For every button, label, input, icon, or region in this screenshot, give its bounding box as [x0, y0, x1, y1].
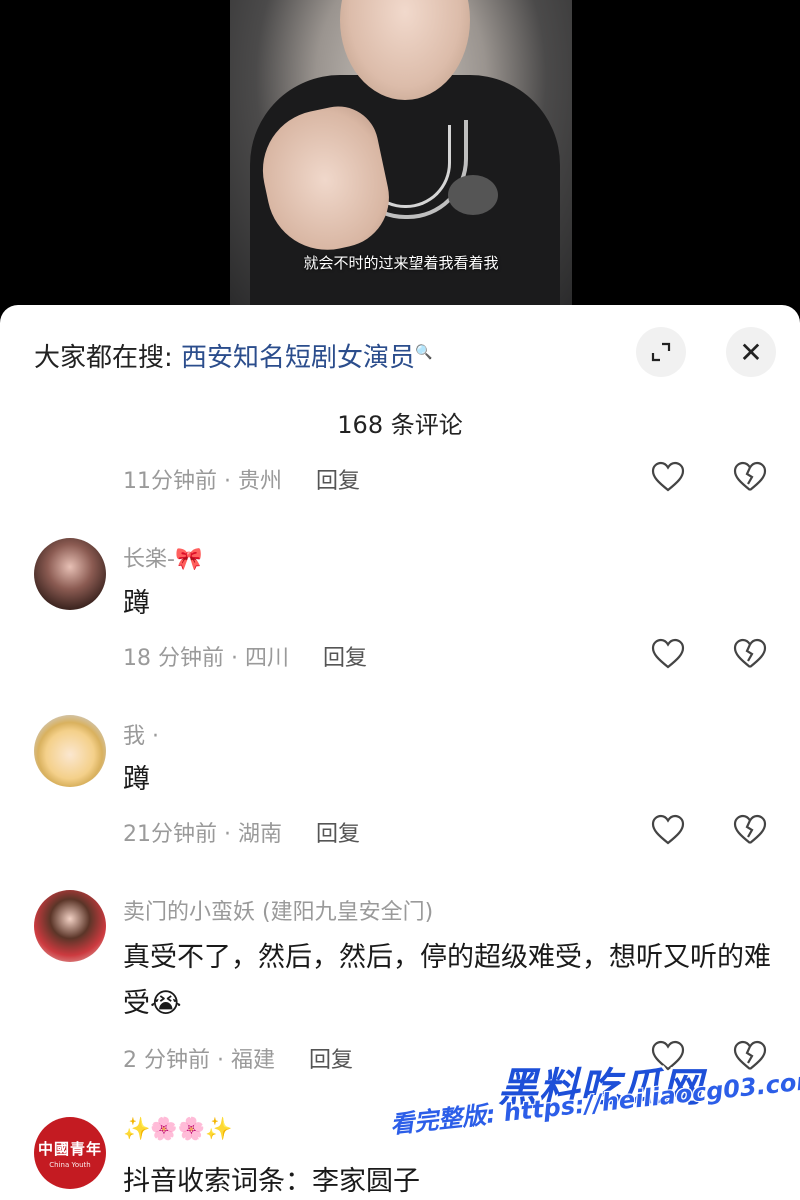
reply-button[interactable]: 回复: [316, 469, 360, 494]
comment-username[interactable]: 我 ·: [123, 718, 159, 750]
video-microphone: [448, 175, 498, 215]
comment-meta: 11分钟前 · 贵州 回复: [123, 463, 360, 495]
heart-icon[interactable]: [650, 636, 686, 672]
comment-time-location: 11分钟前 · 贵州: [123, 469, 282, 494]
search-term-link[interactable]: 西安知名短剧女演员: [181, 343, 415, 373]
reply-button[interactable]: 回复: [309, 1048, 353, 1073]
search-prefix: 大家都在搜:: [34, 343, 182, 373]
heart-icon[interactable]: [650, 812, 686, 848]
comment-time-location: 21分钟前 · 湖南: [123, 822, 282, 847]
comment-count: 168 条评论: [337, 411, 463, 439]
comment-time-location: 18 分钟前 · 四川: [123, 646, 289, 671]
heart-icon[interactable]: [650, 459, 686, 495]
avatar-logo-text: 中國青年: [37, 1139, 102, 1158]
comment-username[interactable]: 卖门的小蛮妖 (建阳九皇安全门): [123, 894, 433, 926]
search-icon: 🔍: [415, 344, 433, 361]
comment-username[interactable]: 长楽-🎀: [123, 541, 202, 573]
avatar[interactable]: [34, 538, 106, 610]
broken-heart-icon[interactable]: [732, 459, 768, 495]
comment-text: 真受不了，然后，然后，停的超级难受，想听又听的难受😭: [123, 942, 771, 1019]
comment-meta: 21分钟前 · 湖南 回复: [123, 816, 360, 848]
expand-icon: [651, 342, 671, 362]
broken-heart-icon[interactable]: [732, 812, 768, 848]
comment-time-location: 2 分钟前 · 福建: [123, 1048, 275, 1073]
reply-button[interactable]: 回复: [323, 646, 367, 671]
avatar[interactable]: [34, 715, 106, 787]
comment-meta: 2 分钟前 · 福建 回复: [123, 1042, 353, 1074]
comment-username[interactable]: ✨🌸🌸✨: [123, 1117, 233, 1142]
broken-heart-icon[interactable]: [732, 636, 768, 672]
video-frame: 就会不时的过来望着我看着我: [230, 0, 572, 310]
search-suggestion[interactable]: 大家都在搜: 西安知名短剧女演员🔍: [34, 337, 432, 374]
reply-button[interactable]: 回复: [316, 822, 360, 847]
video-player[interactable]: 就会不时的过来望着我看着我: [0, 0, 800, 330]
expand-button[interactable]: [636, 327, 686, 377]
close-button[interactable]: ✕: [726, 327, 776, 377]
comment-meta: 18 分钟前 · 四川 回复: [123, 640, 367, 672]
comment-text: 蹲: [123, 588, 150, 619]
avatar-logo-subtext: China Youth: [49, 1160, 91, 1169]
avatar[interactable]: [34, 890, 106, 962]
close-icon: ✕: [739, 335, 763, 369]
comment-text: 蹲: [123, 764, 150, 795]
comment-text: 抖音收索词条：李家圆子: [123, 1166, 420, 1197]
avatar[interactable]: 中國青年 China Youth: [34, 1117, 106, 1189]
video-subtitle: 就会不时的过来望着我看着我: [303, 254, 499, 272]
